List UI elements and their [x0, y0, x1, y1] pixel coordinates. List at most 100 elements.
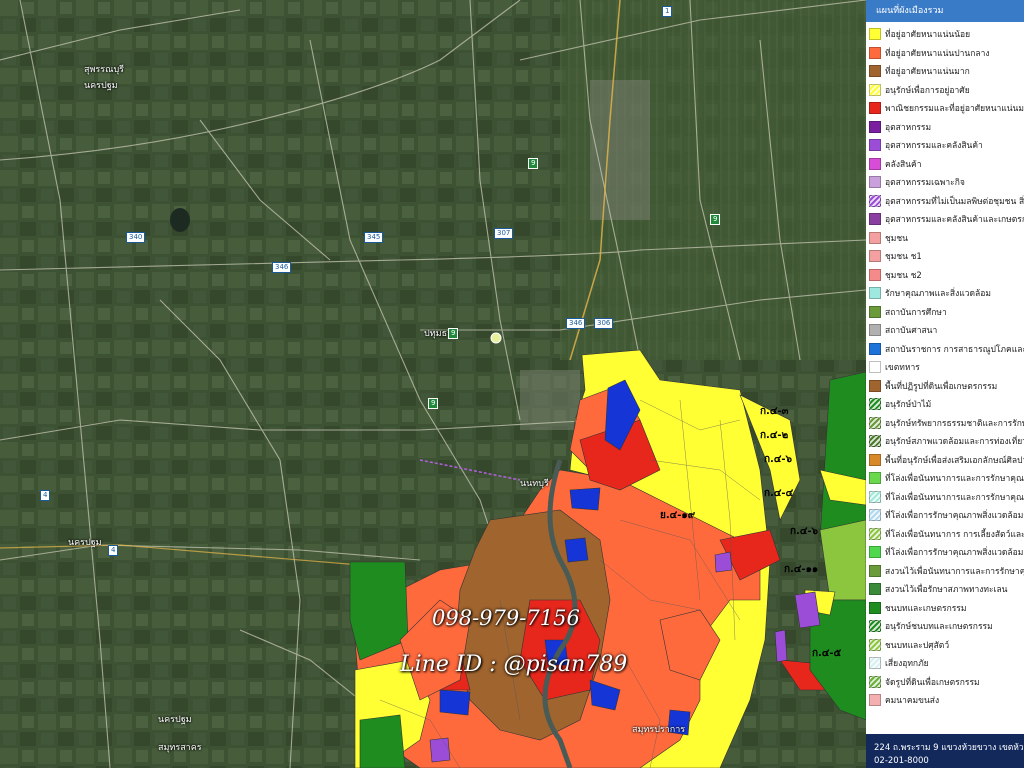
legend-item[interactable]: สงวนไว้เพื่อรักษาสภาพทางทะเลน	[866, 580, 1024, 599]
legend-item-label: สถาบันการศึกษา	[885, 307, 947, 318]
legend-item-label: ที่อยู่อาศัยหนาแน่นมาก	[885, 67, 970, 78]
legend-item[interactable]: อุตสาหกรรมที่ไม่เป็นมลพิษต่อชุมชน สิ่ง	[866, 192, 1024, 211]
zone-code-label: ก.๔-๓	[760, 406, 789, 417]
legend-item-label: สงวนไว้เพื่อรักษาสภาพทางทะเลน	[885, 585, 1008, 596]
legend-item[interactable]: จัดรูปที่ดินเพื่อเกษตรกรรม	[866, 673, 1024, 692]
legend-item[interactable]: อุตสาหกรรมและคลังสินค้าและเกษตรก	[866, 210, 1024, 229]
legend-item-label: อุตสาหกรรมที่ไม่เป็นมลพิษต่อชุมชน สิ่ง	[885, 196, 1024, 207]
legend-item[interactable]: ที่อยู่อาศัยหนาแน่นน้อย	[866, 25, 1024, 44]
zone-code-label: ก.๔-๔	[764, 488, 794, 499]
legend-item-label: พื้นที่อนุรักษ์เพื่อส่งเสริมเอกลักษณ์ศิล…	[885, 455, 1024, 466]
route-shield: 346	[272, 262, 292, 273]
watermark-phone: 098-979-7156	[432, 606, 580, 630]
legend-item-label: อุตสาหกรรม	[885, 122, 932, 133]
place-label: นนทบุรี	[520, 479, 549, 489]
legend-item-label: ที่โล่งเพื่อนันทนาการและการรักษาคุณภ	[885, 492, 1024, 503]
legend-item-label: ที่โล่งเพื่อนันทนาการ การเลี้ยงสัตว์และก	[885, 529, 1024, 540]
zone-institution[interactable]	[569, 487, 601, 511]
legend-item[interactable]: ที่โล่งเพื่อการรักษาคุณภาพสิ่งแวดล้อม	[866, 543, 1024, 562]
legend-swatch	[869, 176, 881, 189]
legend-swatch	[869, 490, 881, 503]
legend-item[interactable]: ที่โล่งเพื่อการรักษาคุณภาพสิ่งแวดล้อมก	[866, 506, 1024, 525]
legend-item[interactable]: ชุมชน ช1	[866, 247, 1024, 266]
legend-swatch	[869, 416, 881, 429]
legend-item-label: สถาบันศาสนา	[885, 326, 938, 337]
legend-item[interactable]: คมนาคมขนส่ง	[866, 691, 1024, 710]
zone-code-label: ก.๔-๑๑	[784, 564, 819, 575]
legend-item-label: ชนบทและปศุสัตว์	[885, 640, 950, 651]
legend-item-label: ที่อยู่อาศัยหนาแน่นน้อย	[885, 30, 971, 41]
zone-rural-agriculture[interactable]	[359, 714, 406, 768]
zone-institution[interactable]	[564, 537, 589, 563]
legend-swatch	[869, 620, 881, 633]
legend-swatch	[869, 472, 881, 485]
legend-item-label: สงวนไว้เพื่อนันทนาการและการรักษาคุณ	[885, 566, 1024, 577]
legend-item-label: ชนบทและเกษตรกรรม	[885, 603, 967, 614]
legend-swatch	[869, 213, 881, 226]
legend-item[interactable]: พาณิชยกรรมและที่อยู่อาศัยหนาแน่นมาก	[866, 99, 1024, 118]
legend-swatch	[869, 398, 881, 411]
zone-industry[interactable]	[714, 551, 733, 573]
legend-item[interactable]: อนุรักษ์สภาพแวดล้อมและการท่องเที่ยว	[866, 432, 1024, 451]
legend-item-label: อนุรักษ์ป่าไม้	[885, 400, 932, 411]
legend-item[interactable]: ชนบทและปศุสัตว์	[866, 636, 1024, 655]
legend-swatch	[869, 324, 881, 337]
route-shield: 9	[710, 214, 721, 225]
legend-item[interactable]: ที่อยู่อาศัยหนาแน่นมาก	[866, 62, 1024, 81]
legend-item-label: จัดรูปที่ดินเพื่อเกษตรกรรม	[885, 677, 980, 688]
place-label: นครปฐม	[84, 81, 118, 91]
legend-item[interactable]: คลังสินค้า	[866, 155, 1024, 174]
legend-item[interactable]: ที่อยู่อาศัยหนาแน่นปานกลาง	[866, 44, 1024, 63]
zone-code-label: ก.๔-๒	[760, 430, 789, 441]
legend-swatch	[869, 250, 881, 263]
legend-item[interactable]: อนุรักษ์ทรัพยากรธรรมชาติและการรักษ	[866, 414, 1024, 433]
legend-swatch	[869, 83, 881, 96]
legend-item[interactable]: อนุรักษ์ป่าไม้	[866, 395, 1024, 414]
location-marker[interactable]	[490, 332, 502, 344]
legend-list: ที่อยู่อาศัยหนาแน่นน้อยที่อยู่อาศัยหนาแน…	[866, 22, 1024, 710]
legend-item-label: คลังสินค้า	[885, 159, 922, 170]
legend-swatch	[869, 65, 881, 78]
legend-item[interactable]: พื้นที่ปฏิรูปที่ดินเพื่อเกษตรกรรม	[866, 377, 1024, 396]
legend-item[interactable]: อนุรักษ์เพื่อการอยู่อาศัย	[866, 81, 1024, 100]
legend-item[interactable]: ที่โล่งเพื่อนันทนาการและการรักษาคุณภ	[866, 469, 1024, 488]
route-shield: 9	[448, 328, 459, 339]
legend-item[interactable]: ที่โล่งเพื่อนันทนาการ การเลี้ยงสัตว์และก	[866, 525, 1024, 544]
legend-item[interactable]: อุตสาหกรรมและคลังสินค้า	[866, 136, 1024, 155]
zone-institution[interactable]	[439, 689, 471, 716]
legend-item[interactable]: ชุมชน ช2	[866, 266, 1024, 285]
legend-item-label: พาณิชยกรรมและที่อยู่อาศัยหนาแน่นมาก	[885, 104, 1024, 115]
zone-code-label: ย.๔-๑๙	[660, 510, 696, 521]
legend-item[interactable]: สงวนไว้เพื่อนันทนาการและการรักษาคุณ	[866, 562, 1024, 581]
legend-item[interactable]: พื้นที่อนุรักษ์เพื่อส่งเสริมเอกลักษณ์ศิล…	[866, 451, 1024, 470]
legend-swatch	[869, 638, 881, 651]
legend-swatch	[869, 657, 881, 670]
legend-item-label: อนุรักษ์เพื่อการอยู่อาศัย	[885, 85, 970, 96]
legend-item[interactable]: สถาบันศาสนา	[866, 321, 1024, 340]
legend-swatch	[869, 675, 881, 688]
route-shield: 307	[494, 228, 514, 239]
zone-code-label: ก.๔-๕	[812, 648, 842, 659]
zone-industry[interactable]	[429, 737, 451, 763]
legend-item[interactable]: สถาบันราชการ การสาธารณูปโภคและสิ	[866, 340, 1024, 359]
legend-swatch	[869, 28, 881, 41]
legend-swatch	[869, 231, 881, 244]
legend-header: แผนที่ผังเมืองรวม	[866, 0, 1024, 22]
legend-item[interactable]: อุตสาหกรรมเฉพาะกิจ	[866, 173, 1024, 192]
footer-address: 224 ถ.พระราม 9 แขวงห้วยขวาง เขตห้วย	[874, 743, 1024, 753]
legend-item[interactable]: สถาบันการศึกษา	[866, 303, 1024, 322]
route-shield: 1	[662, 6, 673, 17]
legend-item-label: อุตสาหกรรมและคลังสินค้า	[885, 141, 983, 152]
legend-item[interactable]: อุตสาหกรรม	[866, 118, 1024, 137]
legend-item[interactable]: ที่โล่งเพื่อนันทนาการและการรักษาคุณภ	[866, 488, 1024, 507]
legend-item[interactable]: เขตทหาร	[866, 358, 1024, 377]
legend-item[interactable]: รักษาคุณภาพและสิ่งแวดล้อม	[866, 284, 1024, 303]
legend-swatch	[869, 435, 881, 448]
zone-industry[interactable]	[774, 629, 788, 663]
legend-item[interactable]: อนุรักษ์ชนบทและเกษตรกรรม	[866, 617, 1024, 636]
legend-item[interactable]: เสี่ยงอุทกภัย	[866, 654, 1024, 673]
legend-item-label: อุตสาหกรรมและคลังสินค้าและเกษตรก	[885, 215, 1024, 226]
legend-item[interactable]: ชุมชน	[866, 229, 1024, 248]
legend-swatch	[869, 564, 881, 577]
legend-item[interactable]: ชนบทและเกษตรกรรม	[866, 599, 1024, 618]
